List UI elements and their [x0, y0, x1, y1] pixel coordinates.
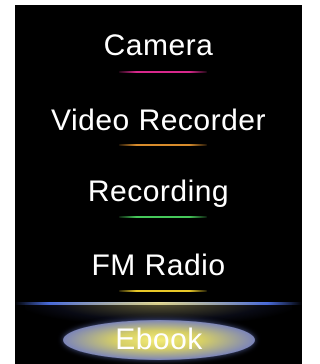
menu-item-fm-radio[interactable]: FM Radio	[15, 249, 302, 283]
menu-item-video-recorder[interactable]: Video Recorder	[15, 104, 302, 138]
menu-screen: Camera Video Recorder Recording FM Radio…	[15, 5, 302, 364]
ebook-label: Ebook	[115, 323, 203, 356]
fm-radio-underline	[119, 290, 207, 292]
menu-item-ebook-selected[interactable]: Ebook	[63, 320, 255, 360]
recording-underline	[119, 216, 207, 218]
camera-underline	[119, 71, 207, 73]
menu-item-camera[interactable]: Camera	[15, 29, 302, 63]
menu-item-recording[interactable]: Recording	[15, 175, 302, 209]
video-recorder-underline	[119, 144, 207, 146]
